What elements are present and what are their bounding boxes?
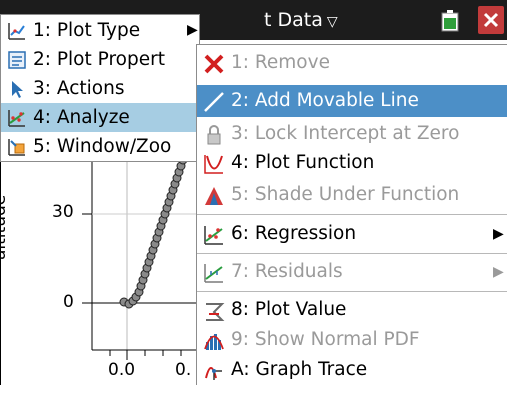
close-icon[interactable] <box>478 6 504 34</box>
menu-item-label: 2: Plot Propert <box>33 49 165 70</box>
window-zoom-icon <box>7 137 27 157</box>
chevron-down-icon: ▽ <box>326 14 338 30</box>
scatter-plot-area[interactable]: altitude 30 0 0.0 0. <box>0 160 200 385</box>
menu-item-plot-function[interactable]: 4: Plot Function <box>197 147 507 179</box>
regression-icon <box>203 224 225 246</box>
main-menu: 1: Plot Type ▶ 2: Plot Propert 3: Action… <box>0 14 200 162</box>
plot-value-icon <box>203 300 225 322</box>
menu-item-remove[interactable]: 1: Remove <box>197 47 507 79</box>
battery-icon <box>441 10 459 32</box>
plot-function-icon <box>203 153 225 175</box>
movable-line-icon <box>203 91 225 113</box>
submenu-arrow-icon: ▶ <box>187 22 198 38</box>
submenu-arrow-icon: ▶ <box>493 226 504 242</box>
menu-item-actions[interactable]: 3: Actions <box>1 74 199 103</box>
residuals-icon <box>203 262 225 284</box>
menu-item-label: 4: Plot Function <box>231 152 375 173</box>
page-title-text: t Data <box>264 9 323 31</box>
menu-item-label: 4: Analyze <box>33 107 130 128</box>
plot-properties-icon <box>7 50 27 70</box>
cursor-arrow-icon <box>7 79 27 99</box>
menu-item-label: 3: Actions <box>33 78 125 99</box>
menu-item-residuals[interactable]: 7: Residuals ▶ <box>197 256 507 288</box>
analyze-submenu: 1: Remove 2: Add Movable Line 3: Lock In… <box>196 44 507 385</box>
menu-item-plot-type[interactable]: 1: Plot Type ▶ <box>1 16 199 45</box>
menu-item-label: A: Graph Trace <box>231 359 368 380</box>
plot-type-icon <box>7 21 27 41</box>
menu-item-label: 5: Shade Under Function <box>231 184 460 205</box>
x-tick-label: 0. <box>175 360 192 380</box>
menu-separator <box>197 291 507 292</box>
menu-item-shade-under-function[interactable]: 5: Shade Under Function <box>197 179 507 211</box>
menu-item-label: 8: Plot Value <box>231 299 347 320</box>
menu-item-label: 2: Add Movable Line <box>231 90 419 111</box>
normal-pdf-icon <box>203 330 225 352</box>
menu-item-show-normal-pdf[interactable]: 9: Show Normal PDF <box>197 324 507 356</box>
menu-item-plot-value[interactable]: 8: Plot Value <box>197 294 507 326</box>
y-axis-label: altitude <box>0 194 10 260</box>
submenu-arrow-icon: ▶ <box>493 264 504 280</box>
menu-item-label: 6: Regression <box>231 223 357 244</box>
menu-item-label: 3: Lock Intercept at Zero <box>231 123 460 144</box>
analyze-icon <box>7 108 27 128</box>
menu-item-window-zoom[interactable]: 5: Window/Zoo <box>1 132 199 161</box>
graph-trace-icon <box>203 360 225 382</box>
menu-separator <box>197 253 507 254</box>
remove-x-icon <box>203 53 225 75</box>
y-tick-label: 30 <box>52 202 74 222</box>
menu-separator <box>197 214 507 215</box>
x-tick-label: 0.0 <box>108 360 136 380</box>
data-point-curve <box>119 160 188 309</box>
menu-item-analyze[interactable]: 4: Analyze <box>1 103 199 132</box>
menu-item-label: 5: Window/Zoo <box>33 136 172 157</box>
menu-item-lock-intercept[interactable]: 3: Lock Intercept at Zero <box>197 118 507 150</box>
menu-item-regression[interactable]: 6: Regression ▶ <box>197 218 507 250</box>
menu-item-add-movable-line[interactable]: 2: Add Movable Line <box>197 85 507 117</box>
menu-item-label: 1: Remove <box>231 52 330 73</box>
page-title-tab[interactable]: t Data ▽ <box>264 9 338 31</box>
y-tick-label: 0 <box>63 292 74 312</box>
menu-item-plot-properties[interactable]: 2: Plot Propert <box>1 45 199 74</box>
menu-item-label: 7: Residuals <box>231 261 343 282</box>
menu-item-label: 1: Plot Type <box>33 20 141 41</box>
menu-item-label: 9: Show Normal PDF <box>231 329 420 350</box>
menu-item-graph-trace[interactable]: A: Graph Trace <box>197 354 507 386</box>
lock-icon <box>203 124 225 146</box>
shade-under-function-icon <box>203 185 225 207</box>
